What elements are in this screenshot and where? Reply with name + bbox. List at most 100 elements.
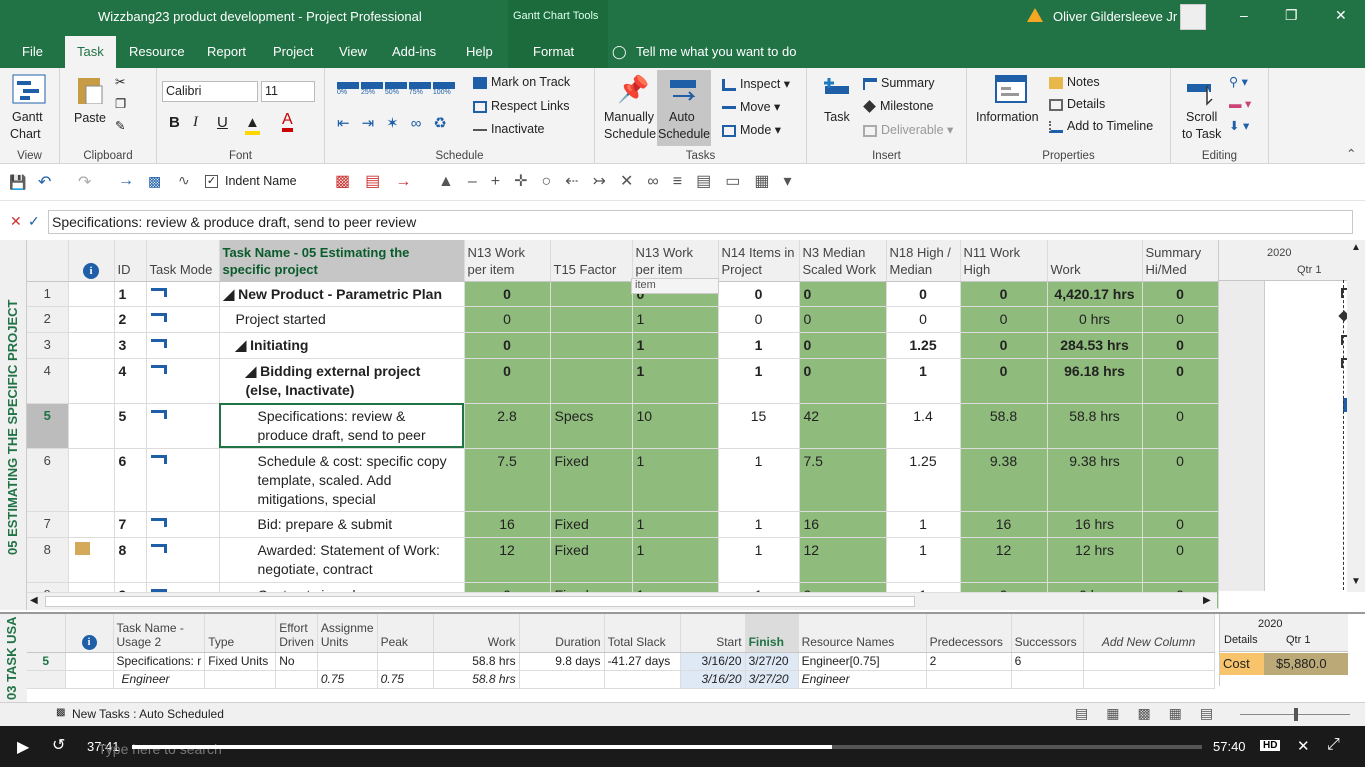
task-mode-cell[interactable] (146, 537, 220, 584)
mute-icon[interactable]: ✕ (1297, 737, 1310, 755)
task-name[interactable]: Project started (219, 306, 465, 334)
task-mode-cell[interactable] (146, 358, 220, 404)
col-peak[interactable]: Peak (377, 614, 434, 653)
scroll-up-icon[interactable]: ▲ (1351, 242, 1361, 253)
indicator-cell[interactable] (68, 306, 115, 334)
deliverable-button[interactable]: Deliverable ▾ (863, 122, 953, 137)
task-name[interactable]: ◢ Initiating (219, 332, 465, 360)
n18-high-cell[interactable]: 1.25 (886, 332, 961, 360)
n3-median-cell[interactable]: 7.5 (799, 448, 887, 513)
work-cell[interactable]: 284.53 hrs (1047, 332, 1143, 360)
col-effort-driven[interactable]: Effort Driven (275, 614, 318, 653)
n3-median-cell[interactable]: 0 (799, 358, 887, 404)
rewind-10-icon[interactable]: ↺ (52, 735, 65, 755)
tab-project[interactable]: Project (273, 44, 313, 59)
vertical-scrollbar[interactable]: ▲ ▼ (1347, 240, 1365, 592)
indicators-header[interactable]: i (68, 240, 115, 282)
n13-work-cell[interactable]: 0 (464, 358, 551, 404)
task-mode-cell[interactable] (146, 306, 220, 334)
underline-button[interactable]: U (217, 114, 228, 131)
n18-high-cell[interactable]: 1 (886, 358, 961, 404)
auto-schedule-button[interactable]: Auto Schedule (657, 70, 711, 146)
tab-task[interactable]: Task (65, 36, 116, 68)
work-cell[interactable]: 9.38 hrs (1047, 448, 1143, 513)
font-size-select[interactable]: 11 (261, 81, 315, 102)
font-family-select[interactable]: Calibri (162, 81, 258, 102)
col-type[interactable]: Type (204, 614, 277, 653)
tell-me-search[interactable]: Tell me what you want to do (636, 44, 796, 59)
n3-median-cell[interactable]: 0 (799, 332, 887, 360)
t15-factor-cell[interactable] (550, 281, 633, 308)
n3-median-cell[interactable]: 12 (799, 537, 887, 584)
notes-button[interactable]: Notes (1049, 75, 1100, 89)
tab-view[interactable]: View (339, 44, 367, 59)
seek-bar[interactable] (132, 745, 1202, 749)
n13-work-2-cell[interactable]: 1 (632, 332, 719, 360)
n11-work-high-cell[interactable]: 16 (960, 511, 1048, 539)
restore-icon[interactable]: ❐ (1285, 7, 1298, 24)
table-row[interactable]: 7 7 Bid: prepare & submit 16 Fixed 1 1 16 1 16 16 … (27, 511, 1219, 539)
scroll-left-icon[interactable]: ◀ (30, 595, 38, 606)
task-id[interactable]: 2 (114, 306, 147, 334)
n3-median-cell[interactable]: 0 (799, 281, 887, 308)
indicator-cell[interactable] (68, 281, 115, 308)
n3-median-cell[interactable]: 42 (799, 403, 887, 449)
select-all-cell[interactable] (27, 240, 69, 282)
col-successors[interactable]: Successors (1011, 614, 1084, 653)
user-name[interactable]: Oliver Gildersleeve Jr (1053, 9, 1177, 24)
n13-work-2-cell[interactable]: 1 (632, 511, 719, 539)
mark-on-track-button[interactable]: Mark on Track (473, 75, 570, 89)
mode-button[interactable]: Mode ▾ (722, 122, 781, 137)
task-mode-cell[interactable] (146, 332, 220, 360)
tab-file[interactable]: File (22, 44, 43, 59)
view-bar[interactable]: 05 ESTIMATING THE SPECIFIC PROJECT (0, 240, 27, 610)
n11-work-high-cell[interactable]: 0 (960, 306, 1048, 334)
col-n14-items[interactable]: N14 Items in Project (718, 240, 800, 282)
toolbar-icons-2[interactable]: ▲–+✛○⇠↣✕∞≡▤▭▦▾ (438, 171, 806, 191)
col-n13-work-per-item-2[interactable]: N13 Work per item (632, 240, 719, 282)
n11-work-high-cell[interactable]: 0 (960, 358, 1048, 404)
play-icon[interactable]: ▶ (17, 737, 29, 757)
gantt-chart-button[interactable]: Gantt (12, 110, 43, 124)
inspect-button[interactable]: Inspect ▾ (722, 76, 790, 91)
fullscreen-icon[interactable]: ⤢ (1327, 736, 1340, 754)
graph-icon[interactable]: ∿ (178, 172, 190, 189)
bold-button[interactable]: B (169, 114, 180, 131)
tab-report[interactable]: Report (207, 44, 246, 59)
col-total-slack[interactable]: Total Slack (604, 614, 681, 653)
taskbar-search[interactable]: Type here to search (98, 741, 222, 757)
t15-factor-cell[interactable] (550, 332, 633, 360)
n13-work-cell[interactable]: 7.5 (464, 448, 551, 513)
find-icon[interactable]: ⚲ ▾ (1229, 74, 1248, 89)
task-name[interactable]: ◢ Bidding external project (else, Inacti… (219, 358, 465, 404)
task-name[interactable]: Specifications: review & produce draft, … (219, 403, 465, 449)
table-row[interactable]: 8 8 Awarded: Statement of Work: negotiate,… (27, 537, 1219, 584)
italic-button[interactable]: I (193, 114, 198, 131)
task-mode-cell[interactable] (146, 403, 220, 449)
n13-work-cell[interactable]: 16 (464, 511, 551, 539)
n3-median-cell[interactable]: 16 (799, 511, 887, 539)
indicator-cell[interactable] (68, 403, 115, 449)
forward-icon[interactable]: → (118, 172, 134, 190)
avatar[interactable] (1180, 4, 1206, 30)
information-button[interactable]: Information (976, 110, 1039, 124)
n11-work-high-cell[interactable]: 9.38 (960, 448, 1048, 513)
pct-100-button[interactable]: 100% (432, 82, 455, 96)
font-color-icon[interactable]: A (282, 112, 293, 132)
n14-items-cell[interactable]: 1 (718, 537, 800, 584)
n14-items-cell[interactable]: 1 (718, 448, 800, 513)
n11-work-high-cell[interactable]: 12 (960, 537, 1048, 584)
summary-cell[interactable]: 0 (1142, 511, 1219, 539)
work-cell[interactable]: 12 hrs (1047, 537, 1143, 584)
collapse-ribbon-icon[interactable]: ⌃ (1346, 146, 1356, 161)
zoom-thumb[interactable] (1294, 708, 1298, 721)
t15-factor-cell[interactable] (550, 306, 633, 334)
col-start[interactable]: Start (680, 614, 746, 653)
view-bar-bottom[interactable]: 03 TASK USA (0, 614, 27, 704)
indicator-cell[interactable] (68, 358, 115, 404)
percent-complete-buttons[interactable]: 0% 25% 50% 75% 100% (337, 82, 455, 96)
col-summary-hi-med[interactable]: Summary Hi/Med (1142, 240, 1219, 282)
copy-icon[interactable]: ❐ (115, 96, 126, 111)
task-id[interactable]: 7 (114, 511, 147, 539)
indent-name-checkbox[interactable]: ✓ (205, 175, 218, 188)
